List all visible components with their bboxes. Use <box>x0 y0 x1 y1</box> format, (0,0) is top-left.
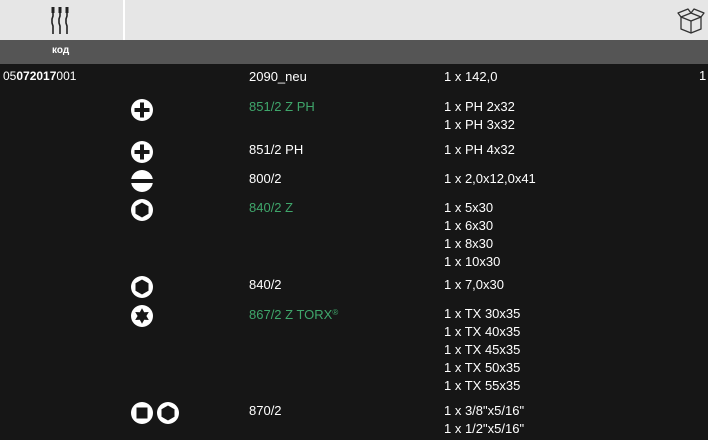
item-name: 800/2 <box>249 171 282 186</box>
item-name: 840/2 Z <box>249 200 294 215</box>
article-number: 05072017001 <box>3 69 77 83</box>
item-spec: 1 x TX 30x35 1 x TX 40x35 1 x TX 45x35 1… <box>444 306 521 393</box>
item-name: 851/2 PH <box>249 142 304 157</box>
torx-icon <box>130 304 154 328</box>
item-spec: 1 x 7,0x30 <box>444 277 504 292</box>
toolbar-divider <box>123 0 125 40</box>
item-spec: 1 x 3/8"x5/16" 1 x 1/2"x5/16" <box>444 403 525 436</box>
hex-socket-icon <box>130 275 154 299</box>
item-spec: 1 x PH 4x32 <box>444 142 515 157</box>
slotted-icon <box>130 169 154 193</box>
hex-socket-icon <box>130 198 154 222</box>
square-hex-icon <box>130 401 182 425</box>
item-spec: 1 x 2,0x12,0x41 <box>444 171 536 186</box>
phillips-icon <box>130 98 154 122</box>
top-toolbar <box>0 0 708 40</box>
phillips-icon <box>130 140 154 164</box>
item-spec: 1 x 142,0 <box>444 69 498 84</box>
item-spec: 1 x 5x30 1 x 6x30 1 x 8x30 1 x 10x30 <box>444 200 501 269</box>
item-spec: 1 x PH 2x32 1 x PH 3x32 <box>444 99 515 132</box>
item-name: 870/2 <box>249 403 282 418</box>
item-name: 840/2 <box>249 277 282 292</box>
item-name: 2090_neu <box>249 69 307 84</box>
box-icon[interactable] <box>677 8 705 34</box>
quantity: 1 <box>699 68 707 83</box>
item-name: 867/2 Z TORX® <box>249 307 339 322</box>
screwdriver-bits-icon[interactable] <box>49 6 71 36</box>
item-name: 851/2 Z PH <box>249 99 315 114</box>
column-header-bar: код <box>0 40 708 64</box>
code-column-label: код <box>52 45 70 56</box>
